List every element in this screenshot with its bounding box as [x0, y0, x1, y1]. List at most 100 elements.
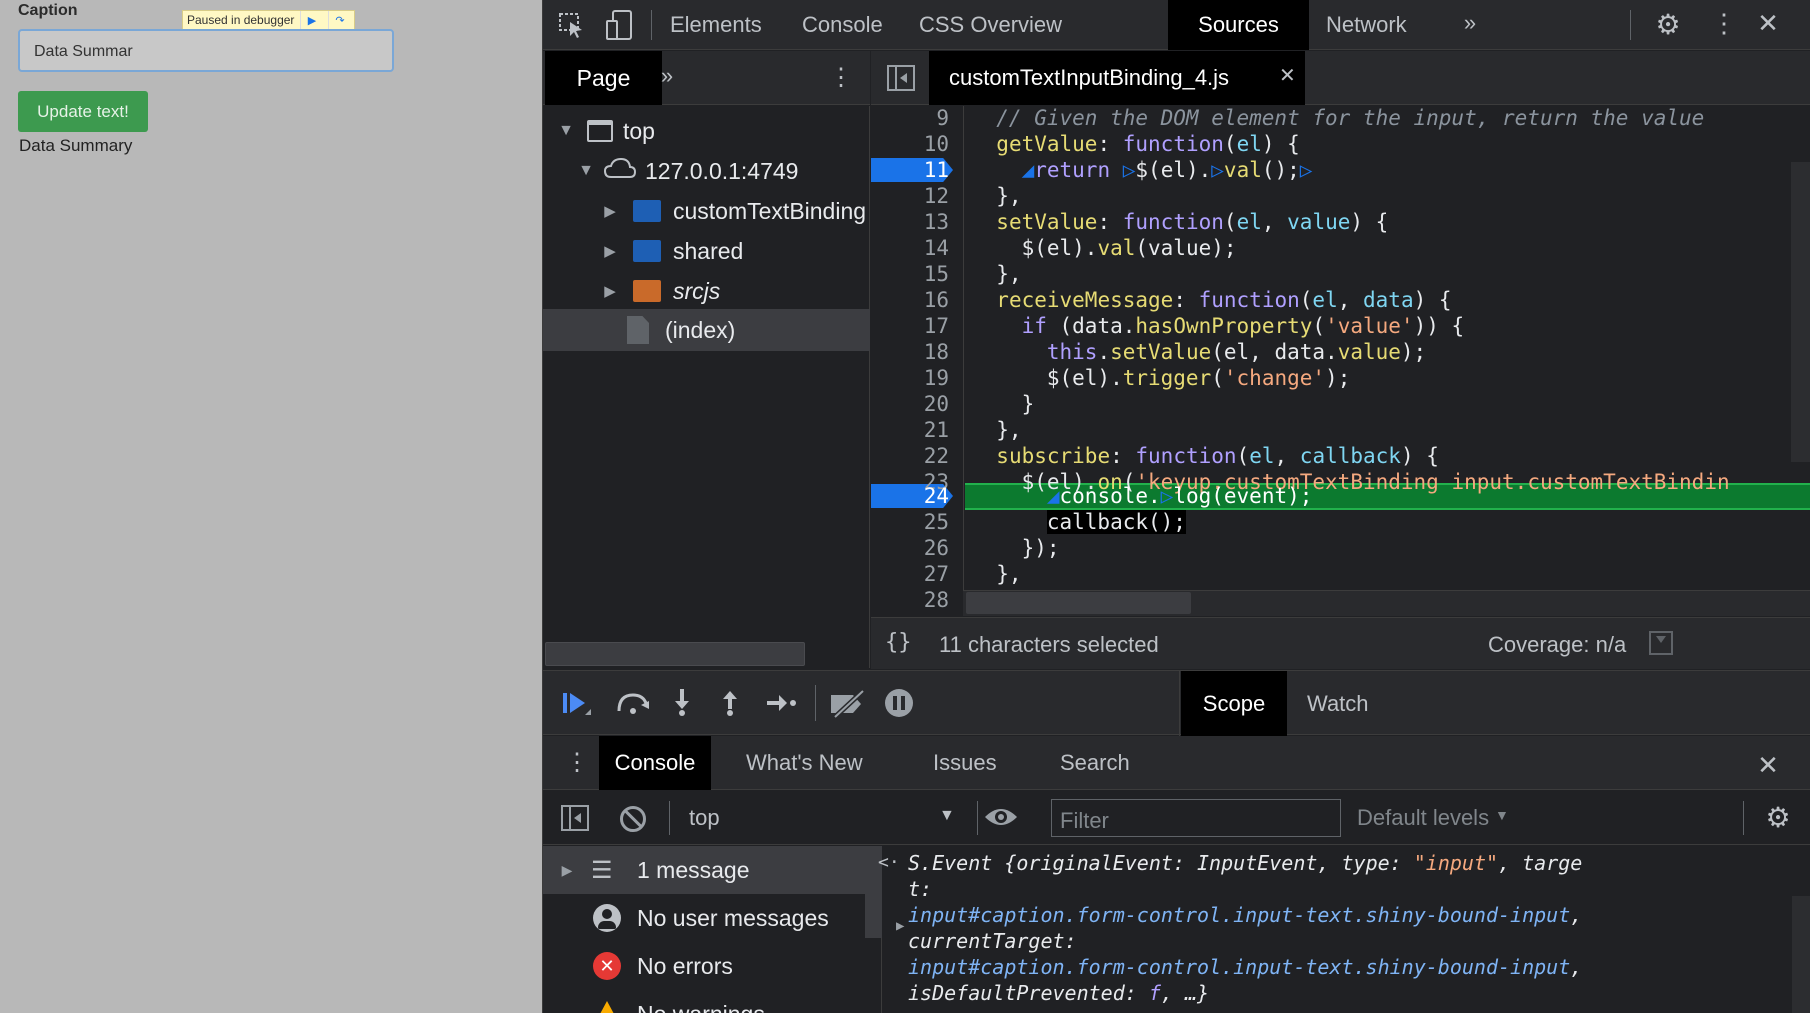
settings-gear-icon[interactable]: ⚙	[1653, 8, 1683, 41]
horizontal-scrollbar[interactable]	[966, 592, 1191, 614]
console-settings-icon[interactable]: ⚙	[1763, 801, 1793, 834]
caption-input[interactable]: Data Summar	[18, 29, 394, 72]
close-tab-icon[interactable]: ✕	[1279, 63, 1296, 88]
tree-item-label: 127.0.0.1:4749	[645, 157, 799, 184]
sidebar-user-messages[interactable]: No user messages	[543, 894, 882, 942]
line-number[interactable]: 28	[871, 587, 963, 613]
more-tabs-icon[interactable]: »	[1457, 10, 1483, 36]
resume-icon[interactable]: ▶	[300, 11, 322, 29]
tree-item-folder[interactable]: ▶ srcjs	[543, 271, 870, 311]
tab-page[interactable]: Page	[545, 51, 662, 105]
console-filter-input[interactable]: Filter	[1051, 799, 1341, 837]
close-devtools-icon[interactable]: ✕	[1755, 8, 1781, 39]
line-number-breakpoint[interactable]: 11	[871, 157, 963, 183]
line-number[interactable]: 10	[871, 131, 963, 157]
update-text-button[interactable]: Update text!	[18, 91, 148, 132]
line-number[interactable]: 13	[871, 209, 963, 235]
tab-issues[interactable]: Issues	[933, 736, 997, 790]
line-number[interactable]: 17	[871, 313, 963, 339]
tab-sources[interactable]: Sources	[1168, 0, 1309, 50]
tree-item-origin[interactable]: ▼ 127.0.0.1:4749	[543, 151, 870, 191]
dropdown-arrow-icon: ▼	[939, 807, 955, 824]
line-number[interactable]: 26	[871, 535, 963, 561]
tree-item-folder[interactable]: ▶ shared	[543, 231, 870, 271]
vertical-scrollbar[interactable]	[1791, 162, 1810, 462]
line-number[interactable]: 20	[871, 391, 963, 417]
deactivate-breakpoints-icon[interactable]	[829, 689, 867, 724]
expand-right-icon[interactable]: ▶	[595, 282, 625, 300]
tab-watch[interactable]: Watch	[1307, 671, 1369, 736]
tree-item-top[interactable]: ▼ top	[543, 111, 870, 151]
device-toolbar-icon[interactable]	[605, 9, 635, 41]
navigator-menu-icon[interactable]: ⋮	[829, 63, 853, 92]
pause-on-exceptions-icon[interactable]	[885, 689, 913, 717]
expand-right-icon[interactable]: ▶	[595, 202, 625, 220]
toggle-sidebar-icon[interactable]	[1649, 631, 1673, 655]
toggle-navigator-icon[interactable]	[887, 65, 915, 91]
close-drawer-icon[interactable]: ✕	[1755, 750, 1781, 781]
resume-execution-icon[interactable]	[561, 691, 593, 722]
step-icon[interactable]	[765, 693, 797, 718]
clear-console-icon[interactable]	[620, 806, 646, 832]
tab-network[interactable]: Network	[1326, 0, 1407, 50]
tab-console-drawer[interactable]: Console	[599, 736, 711, 790]
more-options-icon[interactable]: ⋮	[1711, 8, 1737, 39]
console-scrollbar[interactable]	[1792, 896, 1810, 1013]
line-number[interactable]: 12	[871, 183, 963, 209]
pretty-print-icon[interactable]: {}	[885, 630, 912, 655]
step-over-icon[interactable]	[615, 691, 651, 720]
expand-down-icon[interactable]: ▼	[549, 122, 583, 140]
line-number[interactable]: 18	[871, 339, 963, 365]
editor-file-tab[interactable]: customTextInputBinding_4.js ✕	[929, 51, 1305, 105]
line-number[interactable]: 16	[871, 287, 963, 313]
tab-whats-new[interactable]: What's New	[746, 736, 863, 790]
tab-scope[interactable]: Scope	[1181, 671, 1287, 736]
line-number[interactable]: 19	[871, 365, 963, 391]
devtools: Elements Console CSS Overview Sources Ne…	[542, 0, 1810, 1013]
tree-item-file-selected[interactable]: (index)	[543, 309, 870, 351]
tab-elements[interactable]: Elements	[670, 0, 762, 50]
console-toolbar: top ▼ Filter Default levels ▼ ⚙	[543, 791, 1810, 845]
warning-icon	[593, 1001, 621, 1013]
live-expression-eye-icon[interactable]	[983, 805, 1019, 834]
console-object-line[interactable]: input#caption.form-control.input-text.sh…	[908, 902, 1582, 928]
folder-icon	[633, 280, 661, 302]
sidebar-warnings[interactable]: No warnings	[543, 990, 882, 1013]
console-object-line[interactable]: input#caption.form-control.input-text.sh…	[908, 954, 1582, 980]
expand-object-icon[interactable]: ▶	[896, 918, 904, 934]
inspect-element-icon[interactable]	[557, 12, 587, 38]
line-number[interactable]: 27	[871, 561, 963, 587]
context-selector[interactable]: top ▼	[689, 791, 959, 845]
paused-text: Paused in debugger	[187, 13, 295, 27]
tree-item-label: customTextBinding	[673, 197, 867, 224]
tree-item-folder[interactable]: ▶ customTextBinding	[543, 191, 870, 231]
more-navigator-tabs-icon[interactable]: »	[647, 63, 687, 89]
sidebar-errors[interactable]: ✕ No errors	[543, 942, 882, 990]
line-number-breakpoint[interactable]: 24	[871, 483, 963, 509]
navigator-scrollbar[interactable]	[545, 642, 805, 666]
code-editor[interactable]: 9 10 11 12 13 14 15 16 17 18 19 20 21 22…	[871, 106, 1810, 616]
step-over-icon[interactable]: ↷	[328, 11, 350, 29]
tab-search[interactable]: Search	[1060, 736, 1130, 790]
tab-css-overview[interactable]: CSS Overview	[919, 0, 1062, 50]
code-line-current: ◢console.▷log(event);	[1046, 484, 1313, 508]
expand-down-icon[interactable]: ▼	[569, 162, 603, 180]
line-number[interactable]: 15	[871, 261, 963, 287]
expand-right-icon[interactable]: ▶	[543, 862, 591, 879]
line-number[interactable]: 14	[871, 235, 963, 261]
console-object-line[interactable]: S.Event {originalEvent: InputEvent, type…	[908, 850, 1582, 876]
sidebar-label: No warnings	[637, 1001, 765, 1013]
line-number[interactable]: 9	[871, 106, 963, 131]
expand-right-icon[interactable]: ▶	[595, 242, 625, 260]
step-into-icon[interactable]	[672, 687, 692, 722]
drawer-menu-icon[interactable]: ⋮	[565, 748, 589, 777]
sidebar-messages[interactable]: ▶ ☰ 1 message	[543, 846, 882, 894]
toggle-console-sidebar-icon[interactable]	[561, 805, 589, 831]
line-number[interactable]: 22	[871, 443, 963, 469]
line-number[interactable]: 21	[871, 417, 963, 443]
step-out-icon[interactable]	[720, 687, 740, 722]
cloud-icon	[603, 157, 637, 185]
gutter-divider	[963, 106, 964, 616]
tab-console[interactable]: Console	[802, 0, 883, 50]
line-number[interactable]: 25	[871, 509, 963, 535]
